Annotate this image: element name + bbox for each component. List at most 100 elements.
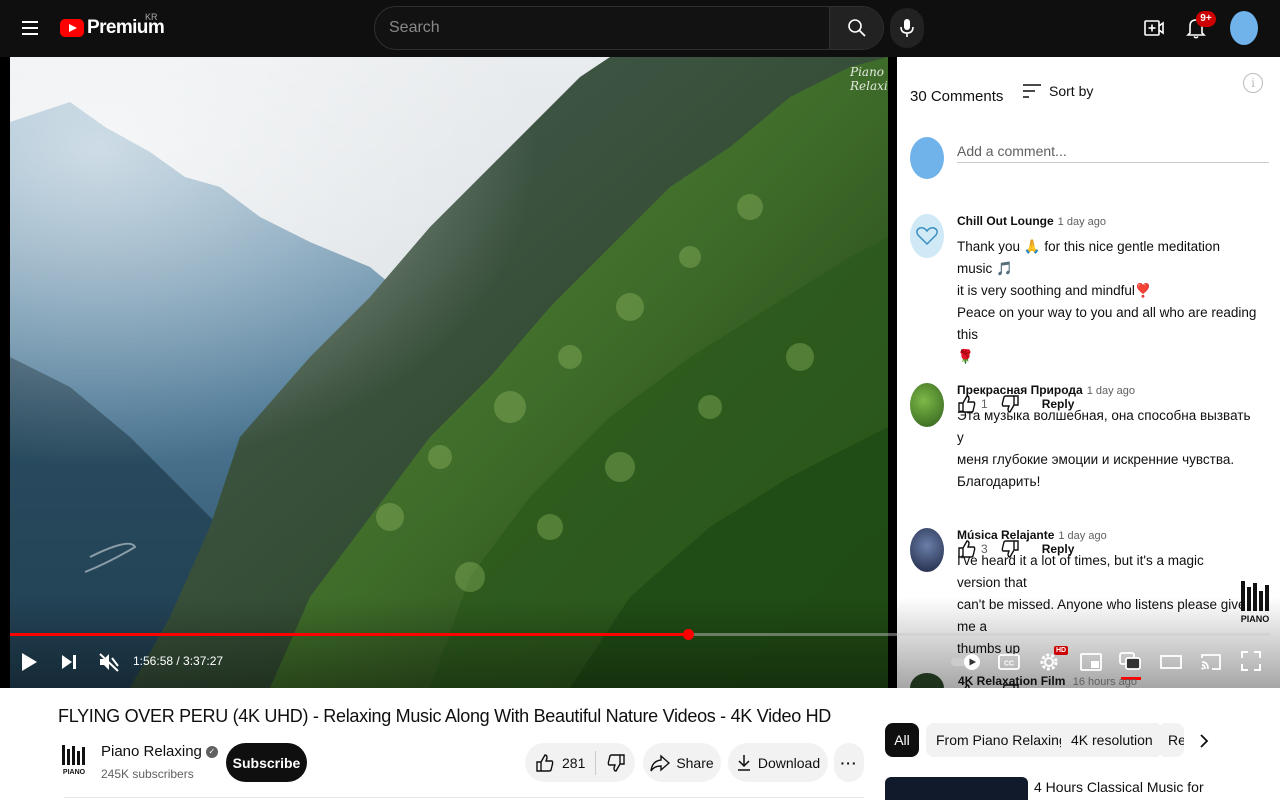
channel-avatar[interactable]: PIANO <box>59 742 89 776</box>
next-button[interactable] <box>56 650 82 674</box>
search-bar <box>374 6 884 50</box>
theater-mode-button[interactable] <box>1158 651 1184 673</box>
mute-button[interactable] <box>96 650 122 674</box>
comment-line: Благодарить! <box>957 474 1041 489</box>
comment-line: Thank you 🙏 for this nice gentle meditat… <box>957 239 1220 276</box>
autoplay-toggle[interactable] <box>950 651 984 673</box>
play-button[interactable] <box>16 650 42 674</box>
microphone-icon <box>900 19 914 37</box>
thumbs-up-icon <box>536 753 554 772</box>
video-player[interactable]: Piano Relaxing i 30 Comments Sort by Chi… <box>0 57 1280 688</box>
create-video-icon <box>1144 20 1164 36</box>
search-button[interactable] <box>829 7 883 49</box>
chip-all[interactable]: All <box>885 723 919 757</box>
search-icon <box>847 19 866 37</box>
like-button[interactable]: 281 <box>525 743 595 782</box>
chip-from-channel[interactable]: From Piano Relaxing <box>926 723 1077 757</box>
download-icon <box>737 754 750 771</box>
comment-line: 🌹 <box>957 349 974 364</box>
chat-overlay-button[interactable] <box>1117 649 1143 675</box>
video-title: FLYING OVER PERU (4K UHD) - Relaxing Mus… <box>58 706 832 726</box>
commenter-avatar[interactable] <box>910 214 944 258</box>
commenter-avatar[interactable] <box>910 673 944 688</box>
more-horizontal-icon: ··· <box>840 754 858 771</box>
recommendation-thumbnail[interactable] <box>885 777 1028 800</box>
voice-search-button[interactable] <box>890 8 924 48</box>
more-actions-button[interactable]: ··· <box>834 743 864 782</box>
verified-icon: ✓ <box>205 745 218 758</box>
channel-name[interactable]: Piano Relaxing <box>101 743 202 760</box>
piano-channel-logo: PIANO <box>1241 581 1270 624</box>
captions-button[interactable]: CC <box>996 651 1022 673</box>
comments-panel: i 30 Comments Sort by Chill Out Lounge 1 … <box>897 57 1280 688</box>
menu-icon[interactable] <box>14 13 46 43</box>
dislike-button[interactable] <box>596 743 635 782</box>
account-avatar[interactable] <box>1230 11 1258 45</box>
chips-next-button[interactable] <box>1190 727 1218 755</box>
channel-logo-text: PIANO <box>63 769 86 776</box>
heart-logo-icon <box>916 227 938 246</box>
time-display: 1:56:58 / 3:37:27 <box>133 654 224 668</box>
download-label: Download <box>757 754 821 771</box>
comment-header: Прекрасная Природа 1 day ago <box>957 383 1135 397</box>
comment-time[interactable]: 16 hours ago <box>1073 676 1137 688</box>
video-frame[interactable]: Piano Relaxing <box>10 57 888 688</box>
info-icon[interactable]: i <box>1243 73 1263 93</box>
add-comment-input[interactable] <box>957 139 1269 163</box>
piano-logo-text: PIANO <box>1241 614 1270 624</box>
chip-truncated[interactable]: Re <box>1158 723 1184 757</box>
divider <box>64 797 864 798</box>
search-input[interactable] <box>375 7 831 49</box>
subscribe-button[interactable]: Subscribe <box>226 743 307 782</box>
comment-time[interactable]: 1 day ago <box>1058 216 1106 228</box>
recommendation-title[interactable]: 4 Hours Classical Music for <box>1034 779 1204 795</box>
channel-name-link[interactable]: Piano Relaxing ✓ <box>101 743 218 760</box>
comment-line: Эта музыка волшебная, она способна вызва… <box>957 408 1251 445</box>
comment-author[interactable]: Прекрасная Природа <box>957 383 1083 397</box>
comment-line: меня глубокие эмоции и искренние чувства… <box>957 452 1235 467</box>
create-button[interactable] <box>1140 14 1168 42</box>
comment-line: I've heard it a lot of times, but it's a… <box>957 553 1204 590</box>
progress-handle[interactable] <box>682 629 694 640</box>
comment-time[interactable]: 1 day ago <box>1058 530 1106 542</box>
download-button[interactable]: Download <box>728 743 828 782</box>
commenter-avatar[interactable] <box>910 528 944 572</box>
top-bar: Premium KR 9+ <box>0 0 1280 57</box>
video-watermark: Piano Relaxing <box>850 65 888 93</box>
skip-next-icon <box>62 655 76 669</box>
comment-author[interactable]: Música Relajante <box>957 528 1054 542</box>
like-dislike-group: 281 <box>525 743 635 782</box>
next-comment-preview: 4K Relaxation Film 16 hours ago <box>958 674 1137 688</box>
comment-time[interactable]: 1 day ago <box>1087 385 1135 397</box>
thumbnail-artwork <box>905 785 965 800</box>
svg-text:CC: CC <box>1004 661 1014 668</box>
hd-badge: HD <box>1054 646 1069 655</box>
sort-icon <box>1023 84 1041 98</box>
youtube-play-icon <box>60 19 84 37</box>
comment-line: it is very soothing and mindful❣️ <box>957 283 1152 298</box>
volume-muted-icon <box>99 653 119 672</box>
progress-played <box>10 633 688 636</box>
progress-bar[interactable] <box>10 629 1270 640</box>
comment-text: Эта музыка волшебная, она способна вызва… <box>957 405 1257 493</box>
autoplay-toggle-icon <box>951 654 980 670</box>
sort-by-button[interactable]: Sort by <box>1023 83 1093 99</box>
cast-button[interactable] <box>1198 651 1224 673</box>
share-button[interactable]: Share <box>643 743 721 782</box>
notification-badge: 9+ <box>1196 11 1216 27</box>
chip-4k-resolution[interactable]: 4K resolution <box>1061 723 1163 757</box>
share-label: Share <box>676 754 714 771</box>
comment-author[interactable]: 4K Relaxation Film <box>958 674 1065 688</box>
video-scene-image <box>10 57 888 688</box>
fullscreen-button[interactable] <box>1238 649 1264 673</box>
miniplayer-button[interactable] <box>1078 651 1104 673</box>
comment-text: I've heard it a lot of times, but it's a… <box>957 550 1247 660</box>
fullscreen-icon <box>1241 651 1261 671</box>
thumbs-down-icon <box>607 753 625 772</box>
comment-author[interactable]: Chill Out Lounge <box>957 214 1054 228</box>
share-icon <box>650 753 671 772</box>
user-avatar <box>910 137 944 179</box>
theater-mode-icon <box>1160 655 1182 669</box>
commenter-avatar[interactable] <box>910 383 944 427</box>
comment-header: Música Relajante 1 day ago <box>957 528 1107 542</box>
